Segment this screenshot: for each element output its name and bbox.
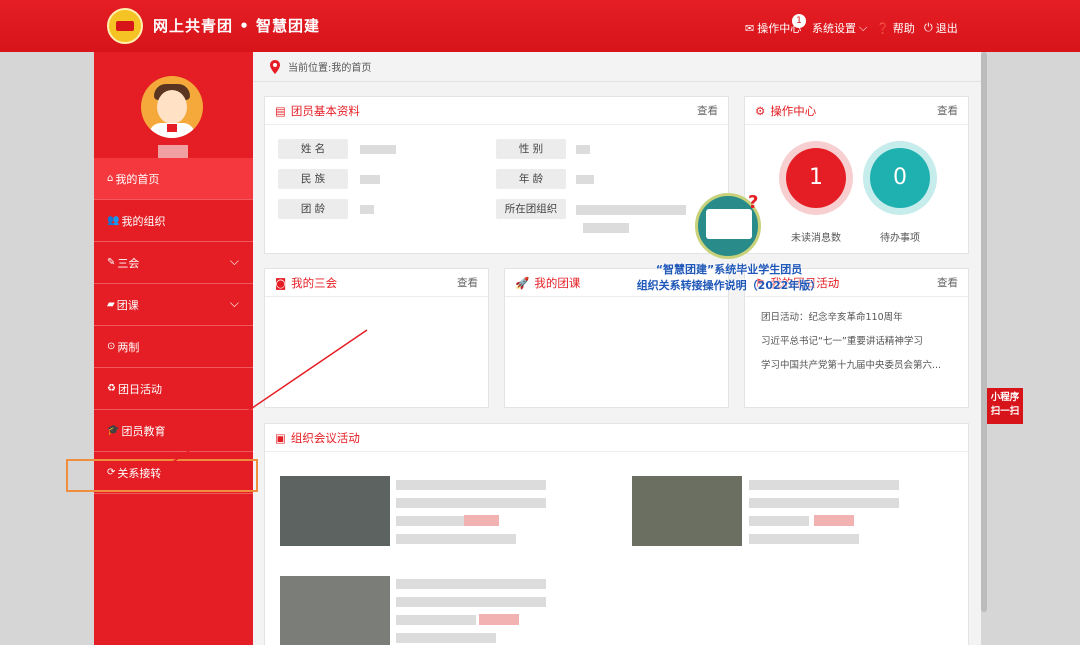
annotation-arrow <box>157 329 368 473</box>
